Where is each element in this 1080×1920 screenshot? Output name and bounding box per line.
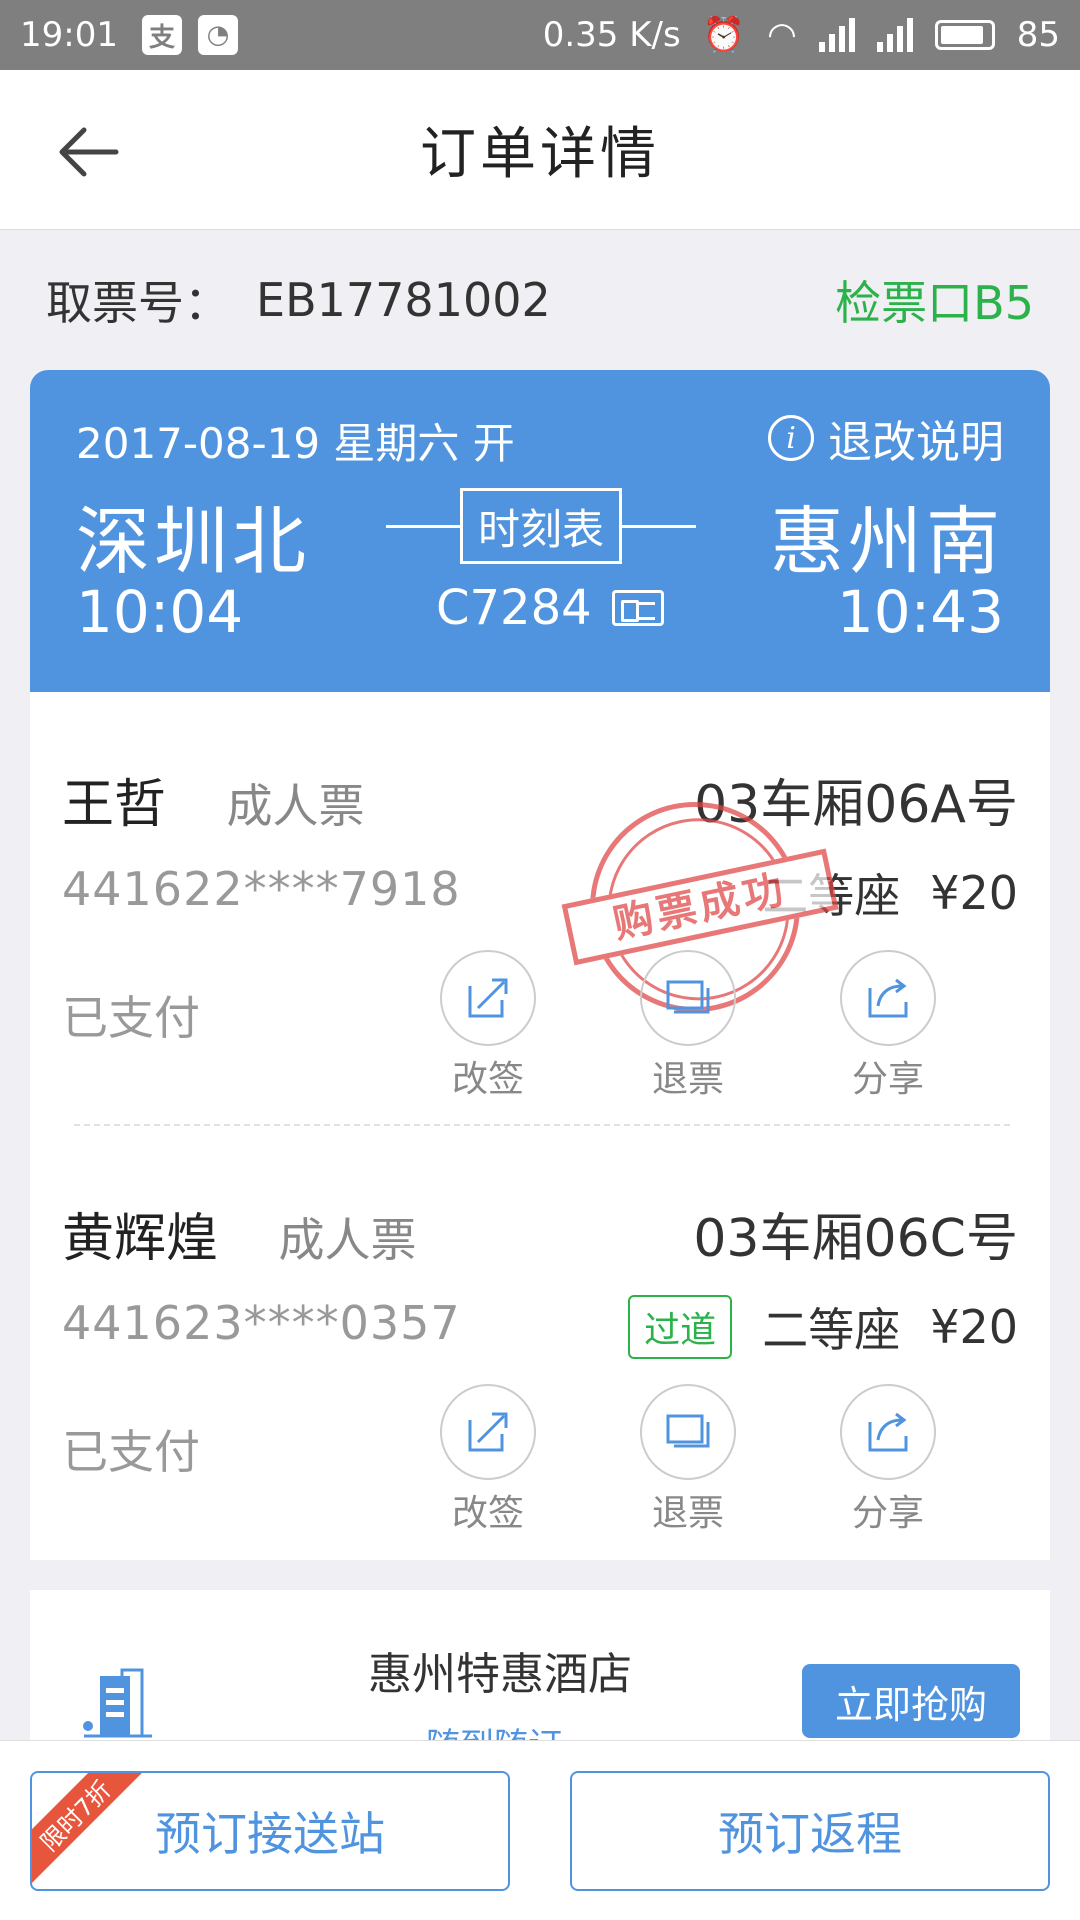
- passenger-name-row: 王哲 成人票: [62, 762, 365, 837]
- share-label: 分享: [851, 1493, 924, 1534]
- change-ticket-label: 改签: [451, 1059, 524, 1100]
- refund-info-label: 退改说明: [828, 417, 1004, 468]
- pickup-code: EB17781002: [256, 273, 551, 327]
- payment-status: 已支付: [62, 1425, 200, 1479]
- to-station: 惠州南: [770, 499, 1004, 585]
- ticket-type: 成人票: [278, 1213, 417, 1267]
- book-transfer-button[interactable]: 限时7折 预订接送站: [30, 1771, 510, 1891]
- passenger-list: 王哲 成人票 03车厢06A号 441622****7918 二等座 ¥20 购…: [30, 692, 1050, 1560]
- bottom-action-bar: 限时7折 预订接送站 预订返程: [0, 1740, 1080, 1920]
- seat-class: 二等座: [762, 1303, 901, 1357]
- train-number: C7284: [436, 580, 664, 636]
- app-header: 订单详情: [0, 70, 1080, 230]
- id-number: 441623****0357: [62, 1296, 461, 1350]
- change-ticket-button[interactable]: 改签: [438, 1384, 538, 1536]
- trip-card: 2017-08-19 星期六 开 i 退改说明 深圳北 惠州南 时刻表 10:0…: [30, 370, 1050, 692]
- id-number: 441622****7918: [62, 862, 461, 916]
- change-ticket-label: 改签: [451, 1493, 524, 1534]
- alipay-icon: 支: [141, 15, 182, 55]
- refund-button[interactable]: 退票: [638, 1384, 738, 1536]
- edit-icon: [468, 978, 508, 1018]
- book-transfer-label: 预订接送站: [155, 1807, 385, 1861]
- change-ticket-button[interactable]: 改签: [438, 950, 538, 1102]
- seat-class-row: 过道 二等座 ¥20: [628, 1294, 1018, 1360]
- page-title: 订单详情: [420, 122, 660, 187]
- signal-icon: [876, 18, 913, 52]
- payment-status: 已支付: [62, 991, 200, 1045]
- share-button[interactable]: 分享: [838, 1384, 938, 1536]
- passenger-item: 黄辉煌 成人票 03车厢06C号 441623****0357 过道 二等座 ¥…: [30, 1126, 1050, 1546]
- status-time: 19:01: [20, 15, 118, 55]
- passenger-name: 王哲: [62, 775, 167, 835]
- train-number-text: C7284: [436, 580, 592, 636]
- info-icon: i: [768, 415, 814, 461]
- book-return-label: 预订返程: [718, 1807, 902, 1861]
- battery-level: 85: [1016, 15, 1060, 55]
- ticket-price: ¥20: [930, 866, 1018, 920]
- ticket-type: 成人票: [226, 779, 365, 833]
- aisle-tag: 过道: [628, 1295, 733, 1359]
- back-arrow-icon[interactable]: [56, 120, 120, 184]
- buy-now-button[interactable]: 立即抢购: [802, 1664, 1020, 1738]
- refund-button[interactable]: 退票: [638, 950, 738, 1102]
- refund-icon: [666, 1414, 710, 1448]
- qq-icon: ◔: [197, 15, 238, 55]
- refund-label: 退票: [651, 1493, 724, 1534]
- hotel-building-icon: [83, 1668, 152, 1738]
- net-speed: 0.35 K/s: [542, 15, 681, 55]
- status-bar: 19:01 支 ◔ 0.35 K/s ⏰ ◠ 85: [0, 0, 1080, 70]
- pickup-label: 取票号：: [46, 276, 230, 330]
- passenger-actions: 改签 退票 分享: [438, 950, 1018, 1100]
- share-icon: [868, 978, 908, 1018]
- seat-number: 03车厢06C号: [693, 1209, 1018, 1269]
- battery-icon: [934, 20, 995, 50]
- share-label: 分享: [851, 1059, 924, 1100]
- ticket-price: ¥20: [930, 1300, 1018, 1354]
- passenger-name: 黄辉煌: [62, 1209, 219, 1269]
- book-return-button[interactable]: 预订返程: [570, 1771, 1050, 1891]
- passenger-item: 王哲 成人票 03车厢06A号 441622****7918 二等座 ¥20 购…: [30, 692, 1050, 1112]
- id-card-icon[interactable]: [611, 590, 664, 626]
- trip-date: 2017-08-19 星期六 开: [76, 419, 515, 468]
- share-icon: [868, 1412, 908, 1452]
- wifi-icon: ◠: [767, 15, 797, 55]
- timetable-button[interactable]: 时刻表: [460, 488, 622, 564]
- stamp-text: 购票成功: [561, 848, 839, 966]
- arrive-time: 10:43: [836, 578, 1004, 646]
- pickup-row: 取票号： EB17781002 检票口B5: [0, 230, 1080, 370]
- passenger-actions: 改签 退票 分享: [438, 1384, 1018, 1534]
- signal-4g-icon: [818, 18, 855, 52]
- discount-ribbon: 限时7折: [32, 1773, 145, 1885]
- from-station: 深圳北: [76, 499, 310, 585]
- edit-icon: [468, 1412, 508, 1452]
- share-button[interactable]: 分享: [838, 950, 938, 1102]
- depart-time: 10:04: [76, 578, 244, 646]
- refund-icon: [666, 980, 710, 1014]
- refund-info-link[interactable]: i 退改说明: [768, 406, 1004, 470]
- passenger-name-row: 黄辉煌 成人票: [62, 1196, 417, 1271]
- refund-label: 退票: [651, 1059, 724, 1100]
- hotel-ad-title: 惠州特惠酒店: [368, 1649, 632, 1700]
- alarm-icon: ⏰: [702, 15, 746, 55]
- gate-label: 检票口B5: [835, 276, 1034, 330]
